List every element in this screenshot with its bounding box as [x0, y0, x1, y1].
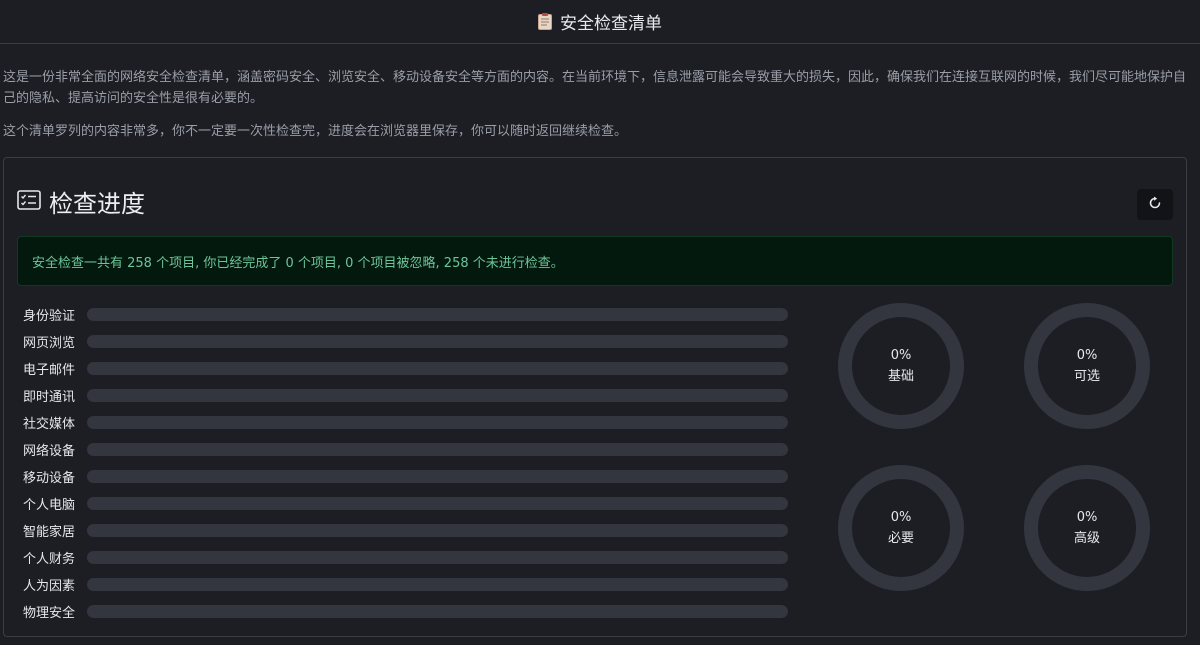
level-ring: 0% 基础	[837, 302, 965, 430]
category-label: 个人电脑	[23, 498, 76, 513]
category-progress-bar	[87, 443, 788, 456]
category-label: 网络设备	[23, 444, 76, 459]
level-percent: 0%	[1076, 510, 1098, 525]
level-label: 基础	[887, 369, 914, 384]
top-bar: 安全检查清单	[0, 0, 1200, 44]
category-progress-bar	[87, 470, 788, 483]
category-progress-bar	[87, 497, 788, 510]
category-progress-bar	[87, 551, 788, 564]
category-label: 个人财务	[23, 552, 76, 567]
category-progress-bar	[87, 605, 788, 618]
category-label: 电子邮件	[23, 363, 76, 378]
category-progress-bar	[87, 578, 788, 591]
level-percent: 0%	[1076, 348, 1098, 363]
reset-progress-button[interactable]	[1137, 189, 1173, 220]
category-row: 智能家居	[23, 517, 788, 544]
progress-card: 检查进度 安全检查一共有 258 个项目, 你已经完成了 0 个项目, 0 个项…	[3, 157, 1187, 637]
category-label: 人为因素	[23, 579, 76, 594]
checklist-icon	[17, 189, 41, 214]
category-row: 物理安全	[23, 598, 788, 625]
level-label: 可选	[1073, 369, 1100, 384]
category-label: 网页浏览	[23, 336, 76, 351]
category-label: 物理安全	[23, 606, 76, 621]
page-title: 安全检查清单	[560, 14, 662, 34]
category-row: 身份验证	[23, 301, 788, 328]
level-progress-rings: 0% 基础 0% 可选 0% 必要 0% 高级	[837, 302, 1167, 602]
level-label: 必要	[887, 531, 914, 546]
category-row: 移动设备	[23, 463, 788, 490]
category-row: 个人财务	[23, 544, 788, 571]
category-progress-list: 身份验证网页浏览电子邮件即时通讯社交媒体网络设备移动设备个人电脑智能家居个人财务…	[23, 301, 788, 625]
level-ring-text: 0% 必要	[837, 464, 965, 592]
level-ring: 0% 高级	[1023, 464, 1151, 592]
level-ring: 0% 可选	[1023, 302, 1151, 430]
level-label: 高级	[1073, 531, 1100, 546]
category-label: 社交媒体	[23, 417, 76, 432]
category-row: 个人电脑	[23, 490, 788, 517]
level-ring: 0% 必要	[837, 464, 965, 592]
category-progress-bar	[87, 416, 788, 429]
level-ring-text: 0% 可选	[1023, 302, 1151, 430]
clipboard-icon	[538, 13, 552, 30]
category-progress-bar	[87, 524, 788, 537]
category-row: 电子邮件	[23, 355, 788, 382]
intro-paragraph-2: 这个清单罗列的内容非常多，你不一定要一次性检查完，进度会在浏览器里保存，你可以随…	[3, 124, 628, 139]
category-label: 即时通讯	[23, 390, 76, 405]
refresh-icon	[1148, 195, 1162, 214]
category-label: 移动设备	[23, 471, 76, 486]
category-label: 智能家居	[23, 525, 76, 540]
category-progress-bar	[87, 362, 788, 375]
level-ring-text: 0% 基础	[837, 302, 965, 430]
progress-card-title: 检查进度	[49, 190, 145, 218]
level-ring-text: 0% 高级	[1023, 464, 1151, 592]
category-row: 即时通讯	[23, 382, 788, 409]
category-row: 人为因素	[23, 571, 788, 598]
intro-paragraph-1: 这是一份非常全面的网络安全检查清单，涵盖密码安全、浏览安全、移动设备安全等方面的…	[3, 70, 1187, 106]
category-progress-bar	[87, 335, 788, 348]
level-percent: 0%	[890, 510, 912, 525]
category-progress-bar	[87, 389, 788, 402]
category-row: 网页浏览	[23, 328, 788, 355]
progress-summary-alert: 安全检查一共有 258 个项目, 你已经完成了 0 个项目, 0 个项目被忽略,…	[17, 236, 1173, 286]
category-label: 身份验证	[23, 309, 76, 324]
level-percent: 0%	[890, 348, 912, 363]
progress-card-header: 检查进度	[17, 184, 145, 219]
category-progress-bar	[87, 308, 788, 321]
intro-section: 这是一份非常全面的网络安全检查清单，涵盖密码安全、浏览安全、移动设备安全等方面的…	[0, 44, 1200, 142]
category-row: 社交媒体	[23, 409, 788, 436]
category-row: 网络设备	[23, 436, 788, 463]
